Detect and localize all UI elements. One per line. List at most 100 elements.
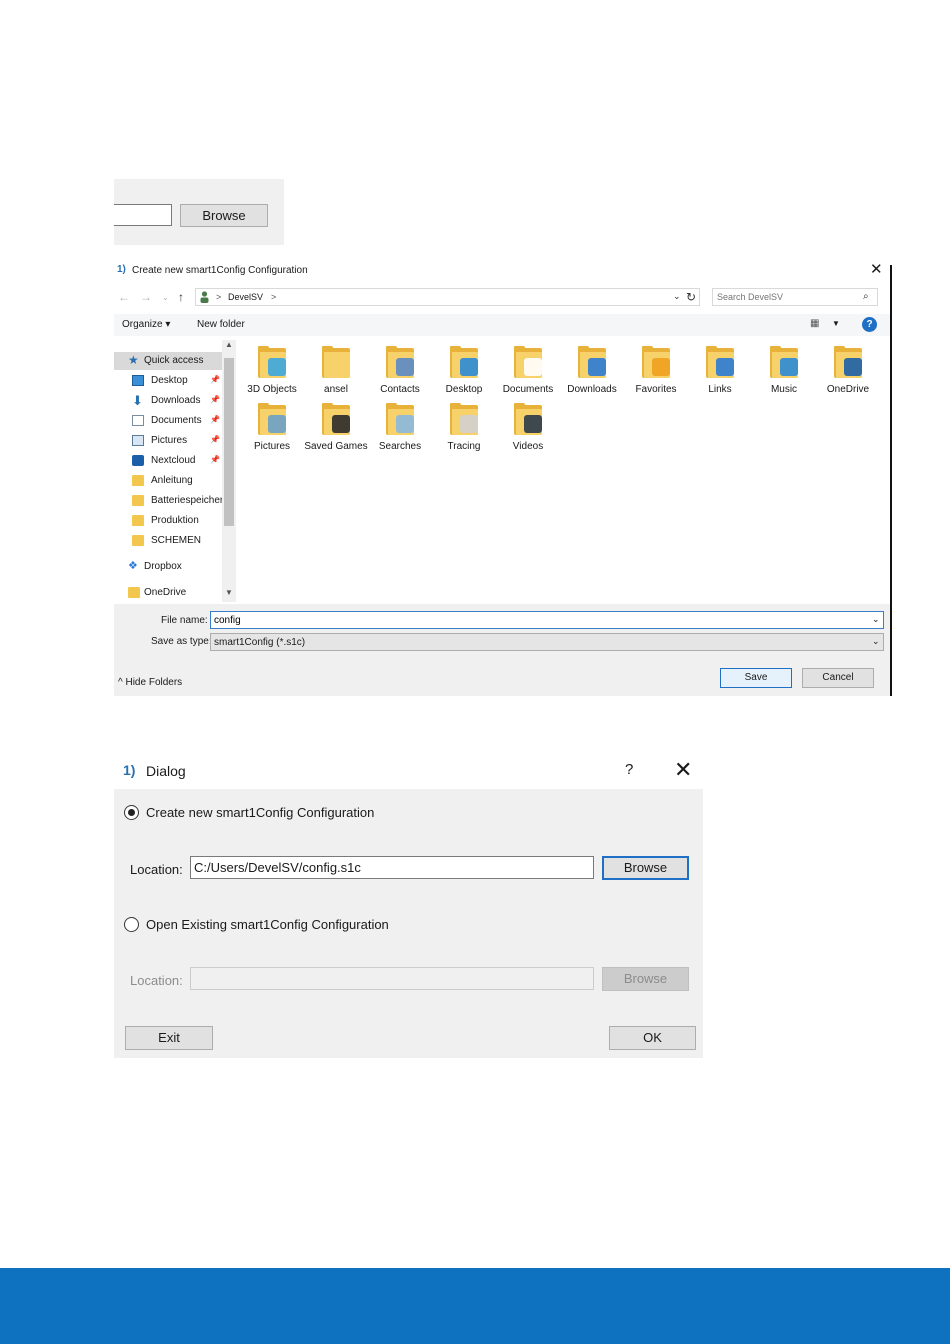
file-name-input[interactable]	[214, 614, 854, 626]
nextcloud-icon	[132, 455, 144, 466]
location-input-fragment[interactable]	[114, 204, 172, 226]
create-new-label[interactable]: Create new smart1Config Configuration	[146, 805, 374, 820]
links-folder-icon	[706, 346, 734, 378]
sidebar-item-downloads[interactable]: ⬇ Downloads 📌	[114, 392, 222, 410]
save-type-value: smart1Config (*.s1c)	[214, 637, 306, 648]
file-item[interactable]: Searches	[370, 403, 430, 461]
file-item[interactable]: Desktop	[434, 346, 494, 404]
file-item[interactable]: Videos	[498, 403, 558, 461]
close-icon[interactable]: ✕	[870, 261, 883, 279]
chevron-down-icon[interactable]: ▼	[225, 588, 233, 597]
cancel-button[interactable]: Cancel	[802, 668, 874, 688]
save-dialog-titlebar: 1) Create new smart1Config Configuration…	[114, 260, 890, 282]
create-location-label: Location:	[130, 862, 183, 877]
view-dropdown-icon[interactable]: ▼	[832, 319, 840, 328]
address-bar[interactable]: > DevelSV > ⌄	[195, 288, 700, 306]
file-item[interactable]: OneDrive	[818, 346, 878, 404]
sidebar-item-dropbox[interactable]: ❖ Dropbox	[114, 558, 222, 576]
new-folder-button[interactable]: New folder	[197, 319, 245, 330]
file-item-label: Desktop	[445, 384, 483, 395]
file-item-label: Saved Games	[304, 441, 368, 452]
chevron-up-icon[interactable]: ▲	[225, 340, 233, 349]
file-name-combobox[interactable]: ⌄	[210, 611, 884, 629]
searches-folder-icon	[386, 403, 414, 435]
user-folder-icon	[200, 291, 209, 303]
breadcrumb-devel-sv[interactable]: DevelSV	[228, 292, 263, 302]
navigation-bar: ← → ⌄ ↑ > DevelSV > ⌄ ↻ ⌕	[114, 286, 890, 310]
music-folder-icon	[770, 346, 798, 378]
back-arrow-icon[interactable]: ←	[118, 290, 130, 304]
create-location-field[interactable]	[190, 856, 594, 879]
organize-menu[interactable]: Organize ▾	[122, 319, 170, 330]
sidebar-item-desktop[interactable]: Desktop 📌	[114, 372, 222, 390]
help-icon[interactable]: ?	[625, 761, 633, 778]
refresh-icon[interactable]: ↻	[686, 290, 696, 304]
file-item-label: Music	[770, 384, 798, 395]
forward-arrow-icon[interactable]: →	[140, 290, 152, 304]
file-item[interactable]: Documents	[498, 346, 558, 404]
sidebar-item-pictures[interactable]: Pictures 📌	[114, 432, 222, 450]
pin-icon: 📌	[210, 375, 220, 384]
file-item-label: Pictures	[253, 441, 291, 452]
hide-folders-toggle[interactable]: ^ Hide Folders	[118, 677, 182, 688]
sidebar-item-produktion[interactable]: Produktion	[114, 512, 222, 530]
file-item[interactable]: 3D Objects	[242, 346, 302, 404]
download-icon: ⬇	[132, 393, 143, 408]
sidebar-item-documents[interactable]: Documents 📌	[114, 412, 222, 430]
sidebar-item-batteriespeicher[interactable]: Batteriespeicher	[114, 492, 223, 510]
file-item[interactable]: Music	[754, 346, 814, 404]
file-item[interactable]: Pictures	[242, 403, 302, 461]
file-item-label: Favorites	[635, 384, 677, 395]
scrollbar-thumb[interactable]	[224, 358, 234, 526]
create-browse-button[interactable]: Browse	[602, 856, 689, 880]
folder-icon	[132, 495, 144, 506]
create-new-radio[interactable]	[124, 805, 139, 820]
exit-button[interactable]: Exit	[125, 1026, 213, 1050]
sidebar-item-quick-access[interactable]: ★ Quick access	[114, 352, 222, 370]
file-item[interactable]: Contacts	[370, 346, 430, 404]
dialog-titlebar: 1) Dialog ? ✕	[114, 755, 703, 789]
sidebar-item-anleitung[interactable]: Anleitung	[114, 472, 222, 490]
open-existing-radio[interactable]	[124, 917, 139, 932]
file-item-label: ansel	[324, 384, 348, 395]
tracing-folder-icon	[450, 403, 478, 435]
file-item-label: Tracing	[447, 441, 481, 452]
search-input[interactable]	[717, 291, 857, 303]
open-browse-button[interactable]: Browse	[602, 967, 689, 991]
chevron-down-icon[interactable]: ⌄	[872, 614, 880, 625]
recent-dropdown-icon[interactable]: ⌄	[162, 293, 169, 302]
view-options-icon[interactable]: ▦	[810, 318, 819, 329]
search-box[interactable]: ⌕	[712, 288, 878, 306]
ok-button[interactable]: OK	[609, 1026, 696, 1050]
videos-folder-icon	[514, 403, 542, 435]
file-item[interactable]: Links	[690, 346, 750, 404]
desktop-folder-icon	[450, 346, 478, 378]
file-item[interactable]: Downloads	[562, 346, 622, 404]
close-icon[interactable]: ✕	[674, 757, 692, 783]
snippet-browse-button[interactable]: Browse	[180, 204, 268, 227]
nav-scrollbar[interactable]: ▲ ▼	[222, 340, 236, 602]
file-item[interactable]: Saved Games	[304, 403, 368, 461]
help-icon[interactable]: ?	[862, 317, 877, 332]
sidebar-item-nextcloud[interactable]: Nextcloud 📌	[114, 452, 222, 470]
up-arrow-icon[interactable]: ↑	[178, 290, 184, 304]
open-location-field[interactable]	[190, 967, 594, 990]
folder-icon	[132, 475, 144, 486]
save-button[interactable]: Save	[720, 668, 792, 688]
file-item[interactable]: ansel	[306, 346, 366, 404]
pictures-icon	[132, 435, 144, 446]
chevron-down-icon[interactable]: ⌄	[673, 291, 681, 302]
chevron-down-icon[interactable]: ⌄	[872, 636, 880, 647]
browse-snippet: Browse	[114, 179, 284, 245]
save-type-select[interactable]: smart1Config (*.s1c) ⌄	[210, 633, 884, 651]
open-existing-label[interactable]: Open Existing smart1Config Configuration	[146, 917, 389, 932]
file-item[interactable]: Favorites	[626, 346, 686, 404]
create-location-input[interactable]	[194, 860, 584, 875]
sidebar-item-onedrive[interactable]: OneDrive	[114, 584, 222, 602]
folder-icon	[132, 535, 144, 546]
sidebar-item-schemen[interactable]: SCHEMEN	[114, 532, 222, 550]
sidebar-item-label: Anleitung	[151, 475, 193, 486]
file-item[interactable]: Tracing	[434, 403, 494, 461]
open-location-input[interactable]	[194, 971, 584, 986]
breadcrumb-separator-trailing[interactable]: >	[271, 292, 276, 302]
